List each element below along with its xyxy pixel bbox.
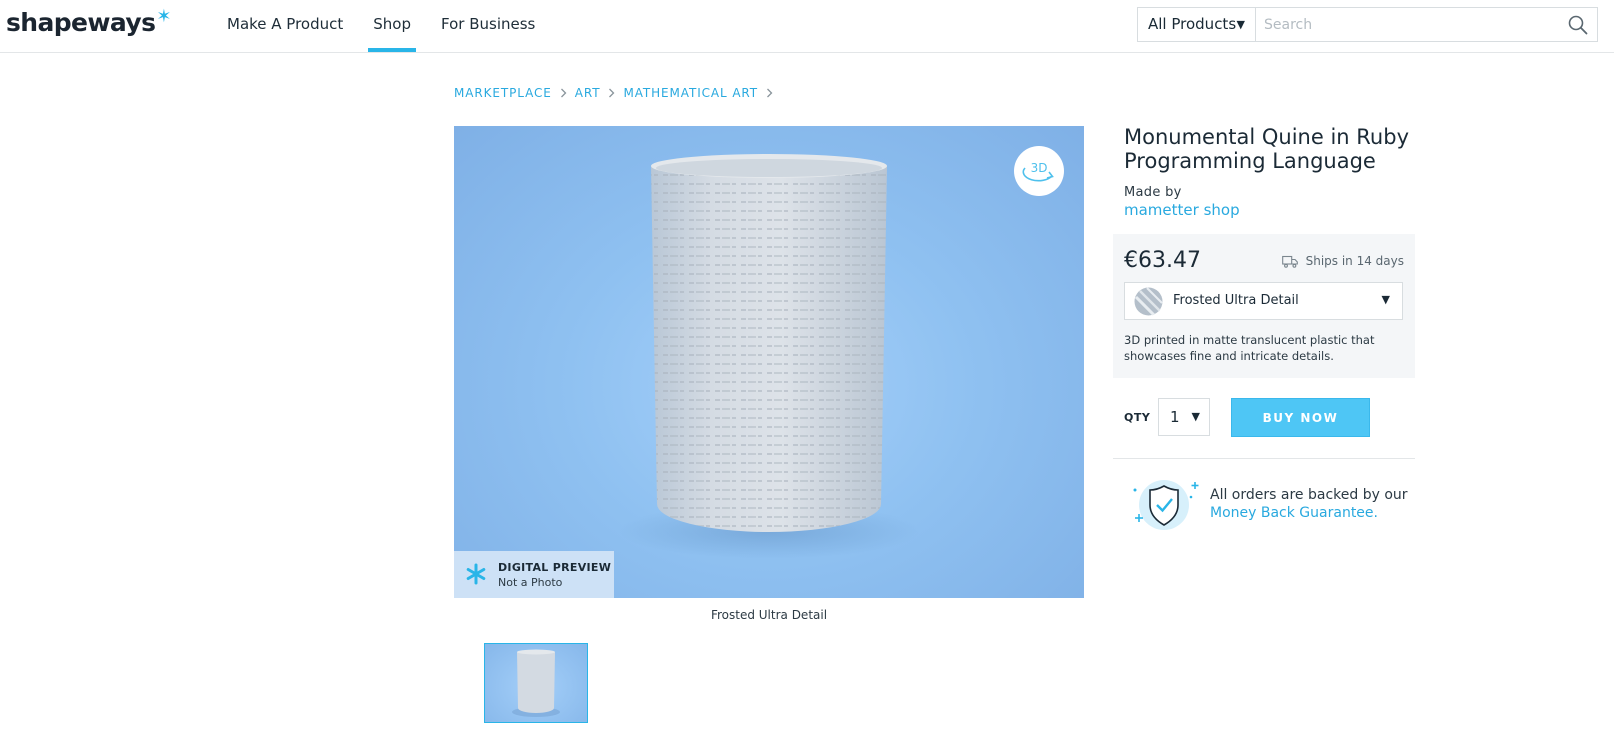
chevron-down-icon: ▼ <box>1191 410 1200 423</box>
material-select[interactable]: Frosted Ultra Detail ▼ <box>1124 282 1403 320</box>
chevron-right-icon <box>560 88 567 98</box>
chevron-down-icon: ▼ <box>1236 18 1245 31</box>
star-icon: ✶ <box>156 6 171 27</box>
money-back-guarantee-link[interactable]: Money Back Guarantee. <box>1210 505 1378 521</box>
digital-preview-subtitle: Not a Photo <box>498 576 563 589</box>
search-icon <box>1568 15 1588 34</box>
button-3d-label: 3D <box>1031 161 1048 175</box>
category-select-value: All Products <box>1148 15 1237 33</box>
search-bar: All Products ▼ <box>1137 7 1598 42</box>
purchase-box: €63.47 Ships in 14 days Frosted Ultra De… <box>1113 234 1415 378</box>
cylinder-render <box>619 154 919 559</box>
preview-caption: Frosted Ultra Detail <box>710 608 828 622</box>
breadcrumb-art[interactable]: ART <box>575 86 601 100</box>
category-select[interactable]: All Products ▼ <box>1138 8 1256 41</box>
digital-preview-badge: DIGITAL PREVIEW Not a Photo <box>454 551 614 598</box>
main-nav: Make A Product Shop For Business <box>222 0 560 52</box>
breadcrumb: MARKETPLACE ART MATHEMATICAL ART <box>454 86 781 100</box>
qty-select[interactable]: 1 ▼ <box>1158 398 1210 436</box>
shop-link[interactable]: mametter shop <box>1124 201 1240 219</box>
guarantee-label: All orders are backed by our <box>1210 487 1408 503</box>
view-3d-button[interactable]: 3D <box>1014 146 1064 196</box>
divider <box>1113 458 1415 459</box>
thumbnail-cylinder <box>512 649 560 717</box>
product-title: Monumental Quine in Ruby Programming Lan… <box>1124 125 1409 173</box>
made-by-label: Made by <box>1124 185 1182 200</box>
chevron-right-icon <box>766 88 773 98</box>
nav-for-business[interactable]: For Business <box>436 0 540 52</box>
guarantee-text: All orders are backed by our Money Back … <box>1210 486 1408 522</box>
star-icon <box>466 563 486 585</box>
breadcrumb-mathematical-art[interactable]: MATHEMATICAL ART <box>623 86 758 100</box>
thumbnail-image[interactable] <box>484 643 588 723</box>
material-swatch <box>1134 287 1163 316</box>
top-header: shapeways✶ Make A Product Shop For Busin… <box>0 0 1614 53</box>
product-preview-image[interactable]: 3D DIGITAL PREVIEW Not a Photo <box>454 126 1084 598</box>
qty-label: QTY <box>1124 411 1151 424</box>
truck-icon <box>1281 255 1298 268</box>
shipping-info: Ships in 14 days <box>1281 254 1404 268</box>
ships-text: Ships in 14 days <box>1305 254 1404 268</box>
logo-text: shapeways <box>6 8 156 37</box>
chevron-right-icon <box>608 88 615 98</box>
qty-value: 1 <box>1170 408 1180 426</box>
material-description: 3D printed in matte translucent plastic … <box>1124 333 1375 363</box>
shapeways-logo[interactable]: shapeways✶ <box>6 6 171 37</box>
material-select-value: Frosted Ultra Detail <box>1173 293 1299 308</box>
nav-make-a-product[interactable]: Make A Product <box>222 0 348 52</box>
rotate-3d-icon: 3D <box>1022 161 1054 182</box>
shield-check-icon <box>1133 480 1199 530</box>
search-input[interactable] <box>1256 8 1559 41</box>
nav-shop[interactable]: Shop <box>368 0 416 52</box>
search-button[interactable] <box>1559 8 1597 41</box>
digital-preview-title: DIGITAL PREVIEW <box>498 561 612 574</box>
buy-now-button[interactable]: BUY NOW <box>1231 398 1370 437</box>
price: €63.47 <box>1124 248 1201 273</box>
chevron-down-icon: ▼ <box>1381 293 1390 306</box>
breadcrumb-marketplace[interactable]: MARKETPLACE <box>454 86 552 100</box>
